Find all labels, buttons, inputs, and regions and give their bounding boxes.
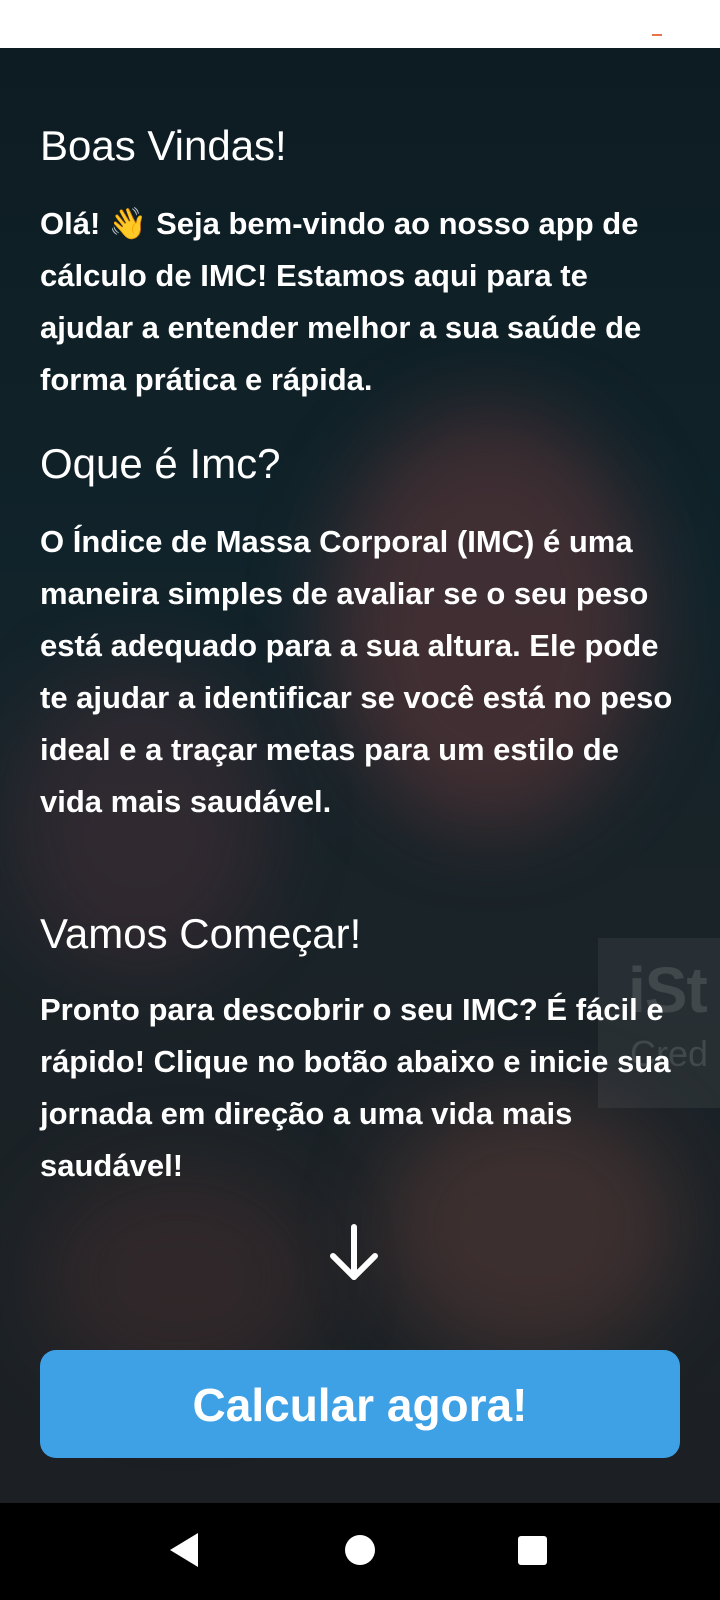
calculate-now-button[interactable]: Calcular agora! (40, 1350, 680, 1458)
home-circle-icon[interactable] (345, 1535, 375, 1565)
status-bar (0, 0, 720, 48)
welcome-text: Olá! 👋 Seja bem-vindo ao nosso app de cá… (40, 206, 642, 397)
about-text: O Índice de Massa Corporal (IMC) é uma m… (40, 524, 673, 819)
welcome-screen: iSt Cred Boas Vindas! Olá! 👋 Seja bem-vi… (0, 48, 720, 1503)
welcome-title: Boas Vindas! (40, 122, 287, 169)
arrow-down-icon (330, 1224, 378, 1280)
status-indicator (652, 34, 662, 36)
start-title: Vamos Começar! (40, 910, 362, 957)
back-triangle-icon[interactable] (170, 1533, 198, 1567)
about-title: Oque é Imc? (40, 440, 281, 487)
start-text: Pronto para descobrir o seu IMC? É fácil… (40, 992, 671, 1183)
system-navigation-bar (0, 1503, 720, 1600)
recents-square-icon[interactable] (518, 1536, 547, 1565)
